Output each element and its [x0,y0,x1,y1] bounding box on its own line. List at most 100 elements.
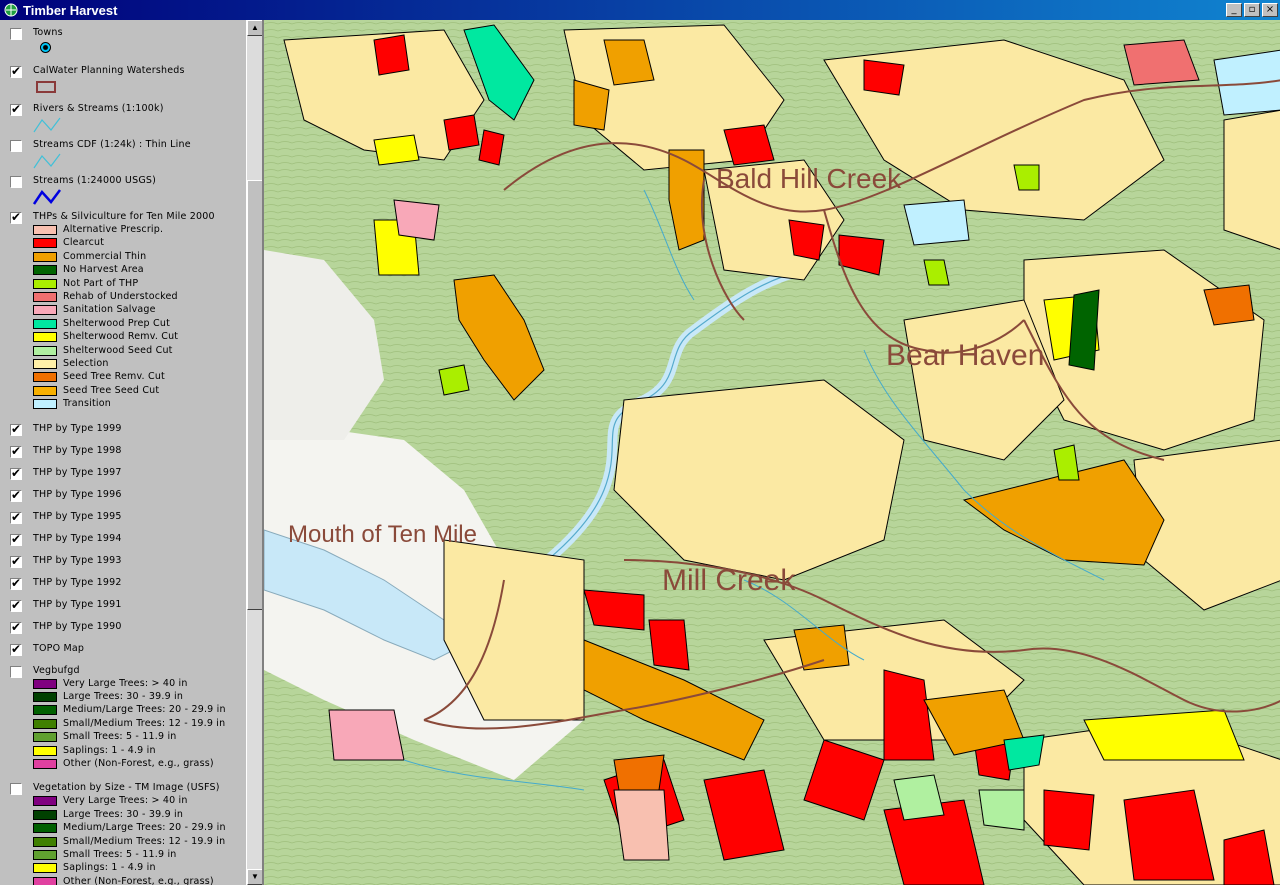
map-view[interactable]: Bald Hill Creek Bear Haven Mouth of Ten … [262,20,1280,885]
layer-visibility-checkbox[interactable]: ✔ [10,103,22,116]
legend-class-label: Rehab of Understocked [63,291,178,302]
restore-button[interactable]: ▫ [1244,3,1260,17]
layer-name[interactable]: THP by Type 1996 [33,489,122,500]
thp-sanitation[interactable] [613,789,670,861]
layer-name[interactable]: THP by Type 1999 [33,423,122,434]
layer-visibility-checkbox[interactable]: ✔ [10,489,22,502]
layer-name[interactable]: THP by Type 1991 [33,599,122,610]
legend-class-label: Saplings: 1 - 4.9 in [63,744,156,756]
layer-name[interactable]: CalWater Planning Watersheds [33,65,185,76]
legend-class-label: Shelterwood Prep Cut [63,317,170,329]
thp-transition[interactable] [903,199,970,246]
legend-class-label: Shelterwood Remv. Cut [63,331,179,343]
legend-swatch [33,225,57,235]
town-dot-icon [40,42,51,53]
layer-name[interactable]: Vegbufgd [33,665,80,676]
scroll-down-button[interactable]: ▼ [247,869,263,885]
close-button[interactable]: × [1262,3,1278,17]
layer-name[interactable]: Streams (1:24000 USGS) [33,175,156,186]
thp-clearcut[interactable] [863,59,905,96]
layer-name[interactable]: Rivers & Streams (1:100k) [33,103,164,114]
layer-name[interactable]: THP by Type 1992 [33,577,122,588]
thp-seed-tree-remv[interactable] [613,754,665,791]
legend-swatch [33,318,57,329]
layer-name[interactable]: Streams CDF (1:24k) : Thin Line [33,139,191,150]
layer-visibility-checkbox[interactable]: ✔ [10,621,22,634]
legend-class-label: Shelterwood Seed Cut [63,344,173,356]
thp-no-harvest[interactable] [1068,289,1100,371]
legend-swatch [33,332,57,343]
legend-swatch [33,809,57,820]
thp-not-part[interactable] [1053,444,1080,481]
thp-clearcut[interactable] [788,219,825,261]
layer-name[interactable]: THP by Type 1994 [33,533,122,544]
layer-visibility-checkbox[interactable]: ✔ [10,533,22,546]
layer-visibility-checkbox[interactable]: ✔ [10,577,22,590]
layer-visibility-checkbox[interactable]: ✔ [10,467,22,480]
layer-visibility-checkbox[interactable] [10,665,22,678]
layer-visibility-checkbox[interactable]: ✔ [10,65,22,78]
legend-swatch [33,718,57,729]
layer-name[interactable]: THP by Type 1993 [33,555,122,566]
layer-name[interactable]: Towns [33,27,63,38]
thp-sanitation[interactable] [393,199,440,241]
thp-not-part[interactable] [1013,164,1040,191]
thp-clearcut[interactable] [1043,789,1095,851]
thp-not-part[interactable] [438,364,470,396]
legend-class-label: Saplings: 1 - 4.9 in [63,862,156,874]
legend-panel: Towns ✔ CalWater Planning Watersheds ✔ River… [0,20,246,885]
layer-name[interactable]: THP by Type 1995 [33,511,122,522]
layer-visibility-checkbox[interactable]: ✔ [10,643,22,656]
layer-visibility-checkbox[interactable] [10,140,22,152]
layer-name[interactable]: THP by Type 1990 [33,621,122,632]
legend-swatch [33,863,57,874]
thp-sanitation[interactable] [328,709,405,761]
layer-visibility-checkbox[interactable] [10,176,22,188]
legend-swatch [33,823,57,834]
legend-class-label: Seed Tree Seed Cut [63,384,160,396]
legend-swatch [33,849,57,860]
layer-name[interactable]: THP by Type 1997 [33,467,122,478]
layer-name[interactable]: Vegetation by Size - TM Image (USFS) [33,782,220,793]
legend-swatch [33,372,57,383]
legend-class-label: Small/Medium Trees: 12 - 19.9 in [63,717,226,729]
layer-visibility-checkbox[interactable]: ✔ [10,555,22,568]
layer-visibility-checkbox[interactable] [10,28,22,40]
layer-visibility-checkbox[interactable]: ✔ [10,511,22,524]
layer-name[interactable]: THPs & Silviculture for Ten Mile 2000 [33,211,215,222]
thp-clearcut[interactable] [373,34,410,76]
layer-visibility-checkbox[interactable]: ✔ [10,445,22,458]
thp-selection[interactable] [1223,109,1280,250]
legend-swatch [33,278,57,289]
layer-visibility-checkbox[interactable] [10,783,22,796]
legend-class-label: Sanitation Salvage [63,304,156,316]
layer-visibility-checkbox[interactable]: ✔ [10,423,22,436]
scroll-up-button[interactable]: ▲ [247,20,263,36]
layer-name[interactable]: TOPO Map [33,643,84,654]
thp-clearcut[interactable] [648,619,690,671]
legend-swatch [33,758,57,769]
layer-visibility-checkbox[interactable]: ✔ [10,599,22,612]
map-canvas[interactable]: Bald Hill Creek Bear Haven Mouth of Ten … [264,20,1280,885]
legend-scrollbar[interactable]: ▲ ▼ [246,20,263,885]
globe-icon [4,3,18,17]
legend-swatch [33,678,57,689]
layer-name[interactable]: THP by Type 1998 [33,445,122,456]
layer-visibility-checkbox[interactable]: ✔ [10,211,22,224]
thp-clearcut[interactable] [443,114,480,151]
thp-shelterwood-seed[interactable] [978,789,1025,831]
thp-shelterwood-prep[interactable] [1003,734,1045,771]
scroll-thumb[interactable] [247,180,263,610]
legend-swatch [33,305,57,316]
legend-class-label: Selection [63,358,109,369]
thp-commercial-thin[interactable] [793,624,850,671]
legend-class-label: Small/Medium Trees: 12 - 19.9 in [63,835,226,847]
title-bar: Timber Harvest _ ▫ × [0,0,1280,20]
thp-shelterwood-remv[interactable] [373,134,420,166]
legend-swatch [33,292,57,302]
window-title: Timber Harvest [23,2,118,18]
thp-not-part[interactable] [923,259,950,286]
legend-swatch [33,385,57,396]
thp-clearcut[interactable] [478,129,505,166]
minimize-button[interactable]: _ [1226,3,1242,17]
